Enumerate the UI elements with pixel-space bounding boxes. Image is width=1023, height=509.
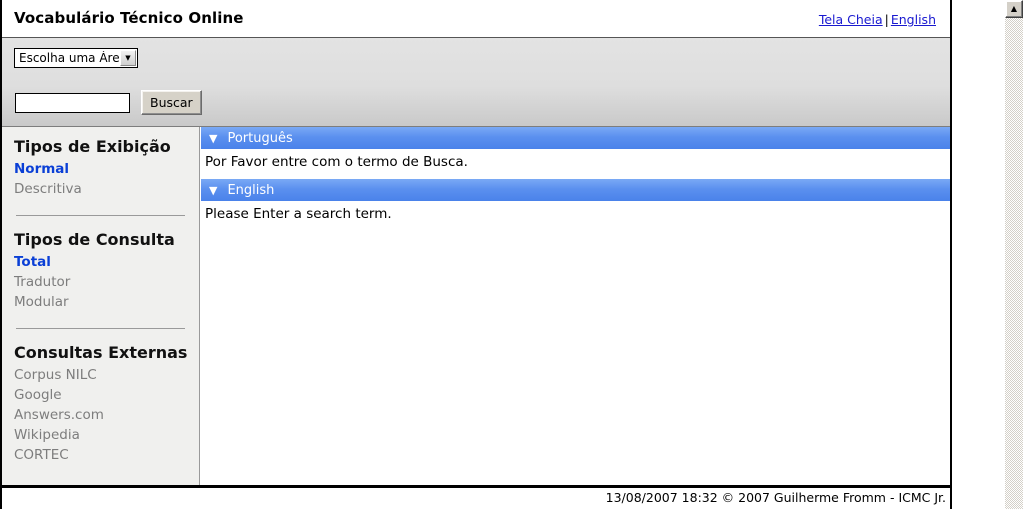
page-footer: 13/08/2007 18:32 © 2007 Guilherme Fromm … [2,488,950,508]
scroll-up-button[interactable]: ▲ [1005,0,1023,18]
sidebar-item-total[interactable]: Total [14,252,187,272]
section-header-english[interactable]: ▼ English [201,179,950,201]
sidebar-item-google[interactable]: Google [14,385,187,405]
sidebar: Tipos de Exibição Normal Descritiva Tipo… [2,127,200,485]
footer-copyright: 13/08/2007 18:32 © 2007 Guilherme Fromm … [605,490,946,505]
section-title-english: English [227,182,275,198]
chevron-down-icon: ▼ [120,50,136,66]
triangle-up-icon: ▲ [1010,4,1018,13]
body-row: Tipos de Exibição Normal Descritiva Tipo… [2,127,950,488]
sidebar-group-tipos-de-exibicao: Tipos de Exibição Normal Descritiva [14,137,187,199]
search-toolbar: Escolha uma Área ▼ Buscar [2,38,950,127]
sidebar-heading-consultas-externas: Consultas Externas [14,343,188,362]
browser-viewport: Vocabulário Técnico Online Tela Cheia | En… [0,0,1005,509]
sidebar-divider-2 [16,328,185,329]
section-body-portugues: Por Favor entre com o termo de Busca. [201,149,950,179]
area-select[interactable]: Escolha uma Área ▼ [14,48,138,68]
sidebar-divider-1 [16,215,185,216]
section-header-portugues[interactable]: ▼ Português [201,127,950,149]
sidebar-item-cortec[interactable]: CORTEC [14,445,187,465]
search-input[interactable] [15,93,130,113]
triangle-down-icon: ▼ [209,183,218,197]
sidebar-group-tipos-de-consulta: Tipos de Consulta Total Tradutor Modular [14,230,187,312]
sidebar-item-tradutor[interactable]: Tradutor [14,272,187,292]
header-links: Tela Cheia | English [819,12,936,27]
section-title-portugues: Português [227,130,293,146]
sidebar-group-consultas-externas: Consultas Externas Corpus NILC Google An… [14,343,187,465]
sidebar-item-corpus-nilc[interactable]: Corpus NILC [14,365,187,385]
page-frame: Vocabulário Técnico Online Tela Cheia | En… [0,0,952,509]
fullscreen-link[interactable]: Tela Cheia [819,12,883,27]
sidebar-item-wikipedia[interactable]: Wikipedia [14,425,187,445]
vertical-scrollbar[interactable]: ▲ [1005,0,1023,509]
search-button[interactable]: Buscar [141,90,202,115]
sidebar-heading-tipos-de-exibicao: Tipos de Exibição [14,137,171,156]
sidebar-item-descritiva[interactable]: Descritiva [14,179,187,199]
triangle-down-icon: ▼ [209,131,218,145]
sidebar-item-normal[interactable]: Normal [14,159,187,179]
sidebar-item-modular[interactable]: Modular [14,292,187,312]
sidebar-item-answers-com[interactable]: Answers.com [14,405,187,425]
english-language-link[interactable]: English [891,12,936,27]
area-select-value: Escolha uma Área [19,51,120,65]
page-title: Vocabulário Técnico Online [14,9,244,27]
content-area: ▼ Português Por Favor entre com o termo … [201,127,950,485]
link-separator: | [884,12,889,27]
section-body-english: Please Enter a search term. [201,201,950,231]
page-header: Vocabulário Técnico Online Tela Cheia | En… [2,0,950,38]
sidebar-heading-tipos-de-consulta: Tipos de Consulta [14,230,175,249]
